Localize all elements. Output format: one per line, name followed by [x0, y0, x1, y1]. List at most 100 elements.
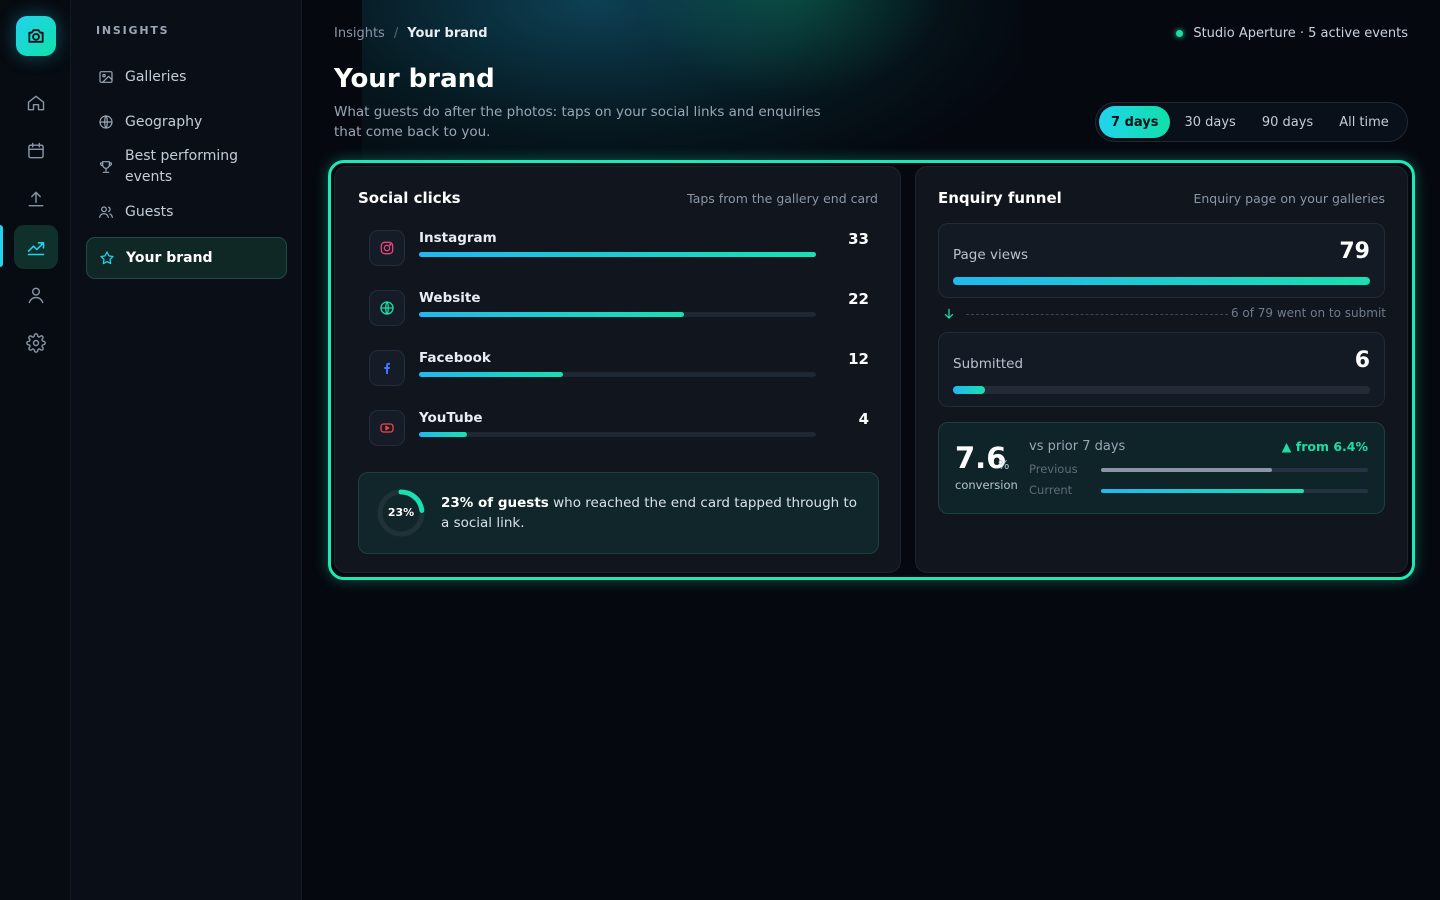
social-bar-fill	[419, 312, 684, 317]
submitted-fill	[953, 386, 985, 394]
donut-label: 23%	[387, 506, 415, 519]
instagram-icon	[369, 230, 405, 266]
social-label: Website	[419, 290, 481, 306]
flow-text: 6 of 79 went on to submit	[1230, 306, 1386, 320]
sidebar-item-guests[interactable]: Guests	[86, 197, 287, 227]
social-label: Instagram	[419, 230, 497, 246]
icon-rail	[0, 0, 71, 900]
rail-insights-button[interactable]	[14, 225, 58, 269]
rail-calendar-button[interactable]	[14, 129, 58, 173]
home-icon	[27, 95, 45, 111]
social-row-youtube[interactable]: YouTube 4	[367, 410, 869, 450]
social-row-website[interactable]: Website 22	[367, 290, 869, 330]
social-label: Facebook	[419, 350, 491, 366]
calendar-icon	[28, 142, 44, 159]
social-bar-track	[419, 432, 816, 437]
range-30-days[interactable]: 30 days	[1172, 106, 1247, 138]
enquiry-funnel-card: Enquiry funnel Enquiry page on your gall…	[915, 166, 1408, 573]
conversion-label: conversion	[955, 478, 1018, 492]
previous-fill	[1101, 468, 1272, 472]
page-title: Your brand	[334, 64, 495, 94]
sidebar-item-geography[interactable]: Geography	[86, 107, 287, 137]
conversion-unit: %	[998, 458, 1010, 472]
sidebar-heading: INSIGHTS	[96, 24, 170, 37]
facebook-icon	[369, 350, 405, 386]
sidebar-item-your-brand[interactable]: Your brand	[86, 237, 287, 279]
conversion-panel: 7.6 % conversion vs prior 7 days ▲ from …	[938, 422, 1385, 514]
date-range-selector: 7 days 30 days 90 days All time	[1095, 102, 1408, 142]
callout-bold: 23% of guests	[441, 495, 549, 511]
social-label: YouTube	[419, 410, 483, 426]
rail-account-button[interactable]	[14, 273, 58, 317]
submitted-value: 6	[1354, 348, 1370, 373]
range-90-days[interactable]: 90 days	[1250, 106, 1325, 138]
rail-settings-button[interactable]	[14, 321, 58, 365]
page-views-label: Page views	[953, 247, 1029, 263]
social-callout: 23% 23% of guests who reached the end ca…	[358, 472, 879, 554]
enquiry-funnel-note: Enquiry page on your galleries	[1193, 191, 1385, 206]
upload-icon	[28, 191, 44, 207]
globe-icon	[369, 290, 405, 326]
sidebar-item-label: Guests	[125, 204, 174, 220]
page-subtitle: What guests do after the photos: taps on…	[334, 104, 821, 140]
current-label: Current	[1029, 483, 1073, 497]
funnel-submitted: Submitted 6	[938, 332, 1385, 407]
social-clicks-note: Taps from the gallery end card	[687, 191, 878, 206]
background-glow-green	[632, 0, 952, 100]
range-7-days[interactable]: 7 days	[1099, 106, 1171, 138]
social-value: 33	[848, 230, 869, 248]
sidebar-item-label: Geography	[125, 114, 203, 130]
youtube-icon	[369, 410, 405, 446]
breadcrumb: Insights / Your brand	[334, 26, 488, 41]
trending-up-icon	[27, 242, 45, 256]
enquiry-funnel-title: Enquiry funnel	[938, 189, 1062, 207]
studio-status-text: Studio Aperture · 5 active events	[1193, 26, 1408, 41]
funnel-page-views: Page views 79	[938, 223, 1385, 298]
callout-text: 23% of guests who reached the end card t…	[441, 493, 861, 533]
sidebar-item-label: Galleries	[125, 69, 187, 85]
globe-icon	[98, 114, 114, 130]
breadcrumb-current: Your brand	[407, 26, 488, 41]
current-track	[1101, 489, 1368, 493]
camera-icon	[28, 29, 44, 43]
social-value: 4	[858, 410, 869, 428]
arrow-down-icon	[944, 308, 954, 319]
flow-dashed-line	[966, 314, 1228, 315]
social-value: 22	[848, 290, 869, 308]
current-fill	[1101, 489, 1304, 493]
social-row-instagram[interactable]: Instagram 33	[367, 230, 869, 270]
page-views-value: 79	[1339, 239, 1370, 264]
social-bar-track	[419, 252, 816, 257]
submitted-track	[953, 386, 1370, 394]
rail-active-marker	[0, 225, 3, 267]
funnel-flow-connector: 6 of 79 went on to submit	[942, 306, 1386, 322]
status-dot-icon	[1176, 30, 1184, 37]
users-icon	[98, 204, 114, 220]
page-views-fill	[953, 277, 1370, 285]
social-clicks-title: Social clicks	[358, 189, 461, 207]
rail-upload-button[interactable]	[14, 177, 58, 221]
user-icon	[28, 287, 44, 304]
main-content: Insights / Your brand Studio Aperture · …	[302, 0, 1440, 900]
rail-home-button[interactable]	[14, 81, 58, 125]
conversion-change: ▲ from 6.4%	[1281, 439, 1368, 454]
breadcrumb-insights-link[interactable]: Insights	[334, 26, 385, 41]
range-all-time[interactable]: All time	[1327, 106, 1401, 138]
social-row-facebook[interactable]: Facebook 12	[367, 350, 869, 390]
sidebar-item-label: Best performing events	[125, 148, 238, 185]
app-logo[interactable]	[16, 16, 56, 56]
sidebar-item-galleries[interactable]: Galleries	[86, 62, 287, 92]
breadcrumb-separator: /	[393, 26, 399, 41]
social-clicks-card: Social clicks Taps from the gallery end …	[334, 166, 901, 573]
gear-icon	[26, 333, 46, 353]
social-bar-track	[419, 312, 816, 317]
previous-track	[1101, 468, 1368, 472]
previous-label: Previous	[1029, 462, 1078, 476]
submitted-label: Submitted	[953, 356, 1024, 372]
social-bar-track	[419, 372, 816, 377]
sidebar-item-best-performing-events[interactable]: Best performing events	[86, 146, 287, 188]
star-icon	[99, 250, 115, 266]
insights-sidebar: INSIGHTS Galleries Geography Best perfor…	[71, 0, 302, 900]
sidebar-item-label: Your brand	[126, 250, 213, 266]
trophy-icon	[98, 159, 114, 175]
